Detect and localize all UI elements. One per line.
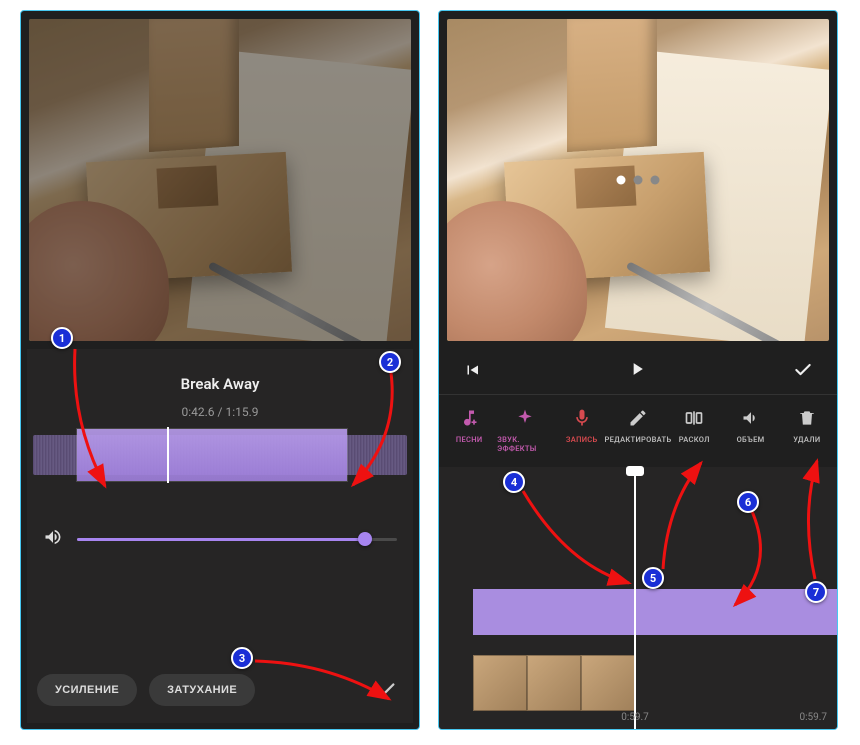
volume-slider[interactable]: [77, 538, 397, 541]
play-button[interactable]: [627, 359, 647, 384]
annotation-badge-2: 2: [379, 351, 401, 373]
annotation-badge-7: 7: [805, 581, 827, 603]
gain-button[interactable]: УСИЛЕНИЕ: [37, 674, 137, 706]
tool-edit[interactable]: РЕДАКТИРОВАТЬ: [610, 403, 666, 457]
prev-button[interactable]: [463, 361, 481, 383]
video-preview-right[interactable]: [447, 19, 829, 341]
annotation-badge-1: 1: [51, 327, 73, 349]
playhead-time: 0:59.7: [621, 712, 649, 723]
timeline-playhead[interactable]: [634, 467, 636, 729]
volume-icon[interactable]: [43, 527, 63, 551]
tool-record[interactable]: ЗАПИСЬ: [554, 403, 610, 457]
video-clips[interactable]: [473, 655, 635, 711]
sparkle-icon: [514, 407, 536, 429]
annotation-badge-6: 6: [737, 491, 759, 513]
fade-button[interactable]: ЗАТУХАНИЕ: [149, 674, 255, 706]
track-time: 0:42.6 / 1:15.9: [37, 405, 403, 419]
audio-clip[interactable]: [473, 589, 837, 635]
video-preview-left[interactable]: [29, 19, 411, 341]
annotation-badge-3: 3: [231, 647, 253, 669]
mic-icon: [571, 407, 593, 429]
track-title: Break Away: [37, 375, 403, 393]
trash-icon: [796, 407, 818, 429]
toolbar: ПЕСНИ ЗВУК. ЭФФЕКТЫ ЗАПИСЬ РЕДАКТИРОВАТЬ…: [439, 394, 837, 461]
annotation-badge-5: 5: [642, 567, 664, 589]
right-screen: ПЕСНИ ЗВУК. ЭФФЕКТЫ ЗАПИСЬ РЕДАКТИРОВАТЬ…: [438, 10, 838, 730]
tool-delete[interactable]: УДАЛИ: [779, 403, 835, 457]
confirm-button[interactable]: [369, 673, 403, 707]
music-plus-icon: [458, 407, 480, 429]
split-icon: [683, 407, 705, 429]
tool-split[interactable]: РАСКОЛ: [666, 403, 722, 457]
end-time: 0:59.7: [799, 712, 827, 723]
left-screen: Break Away 0:42.6 / 1:15.9 УСИЛЕНИЕ ЗАТУ…: [20, 10, 420, 730]
page-dots: [617, 176, 660, 185]
tool-sfx[interactable]: ЗВУК. ЭФФЕКТЫ: [497, 403, 553, 457]
waveform[interactable]: [27, 427, 413, 483]
tool-songs[interactable]: ПЕСНИ: [441, 403, 497, 457]
done-button[interactable]: [793, 360, 813, 384]
timeline[interactable]: 0:59.7 0:59.7: [439, 467, 837, 729]
tool-volume[interactable]: ОБЪЕМ: [722, 403, 778, 457]
pencil-icon: [627, 407, 649, 429]
volume-icon: [740, 407, 762, 429]
annotation-badge-4: 4: [503, 471, 525, 493]
